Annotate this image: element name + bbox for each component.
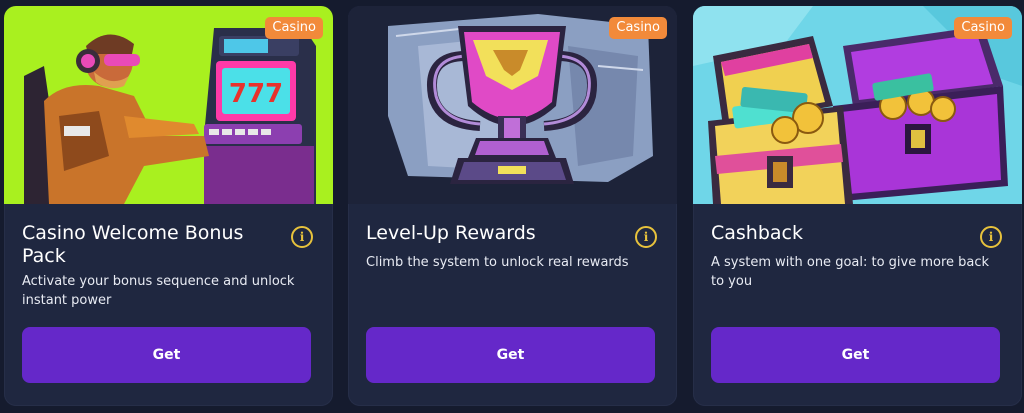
treasure-chest-illustration: Casino <box>693 6 1022 204</box>
promo-cards: 777 Casino Casino Welcome Bonus Pack i A… <box>0 0 1024 413</box>
info-icon[interactable]: i <box>635 226 657 248</box>
get-button[interactable]: Get <box>366 327 655 383</box>
card-description: Climb the system to unlock real rewards <box>366 255 629 270</box>
category-badge: Casino <box>609 17 667 39</box>
get-button[interactable]: Get <box>711 327 1000 383</box>
info-icon[interactable]: i <box>291 226 313 248</box>
category-badge: Casino <box>265 17 323 39</box>
card-title: Level-Up Rewards <box>366 222 536 244</box>
get-button[interactable]: Get <box>22 327 311 383</box>
card-description: A system with one goal: to give more bac… <box>711 255 990 289</box>
card-title: Cashback <box>711 222 804 244</box>
info-icon[interactable]: i <box>980 226 1002 248</box>
category-badge: Casino <box>954 17 1012 39</box>
card-title: Casino Welcome Bonus Pack <box>22 222 244 267</box>
promo-card-cashback: Casino Cashback i A system with one goal… <box>693 6 1022 406</box>
slot-reels-text: 777 <box>229 79 283 109</box>
card-description: Activate your bonus sequence and unlock … <box>22 274 295 308</box>
trophy-illustration: Casino <box>348 6 677 204</box>
promo-card-welcome-bonus: 777 Casino Casino Welcome Bonus Pack i A… <box>4 6 333 406</box>
slot-machine-illustration: 777 Casino <box>4 6 333 204</box>
promo-card-level-up-rewards: Casino Level-Up Rewards i Climb the syst… <box>348 6 677 406</box>
